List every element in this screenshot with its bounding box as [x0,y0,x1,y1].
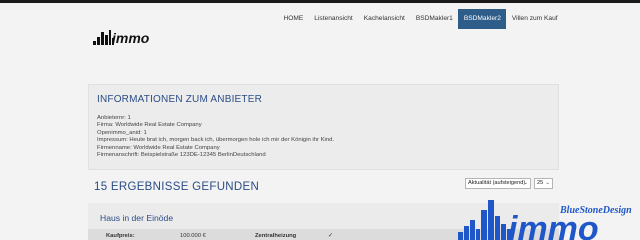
listing-title[interactable]: Haus in der Einöde [100,213,173,223]
results-heading: 15 ERGEBNISSE GEFUNDEN [94,181,260,193]
watermark-word: immo [508,210,599,240]
price-label: Kaufpreis: [106,233,135,239]
site-logo[interactable]: immo [93,26,155,48]
nav-bsdmakler2[interactable]: BSDMakler2 [458,9,507,29]
provider-firmenanschrift: Firmenanschrift: Beispielstraße 123DE-12… [97,152,266,159]
provider-firmenname: Firmenname: Worldwide Real Estate Compan… [97,144,220,151]
provider-info-lines: Anbieternr: 1 Firma: Worldwide Real Esta… [97,115,334,159]
provider-info-panel: INFORMATIONEN ZUM ANBIETER Anbieternr: 1… [88,84,559,170]
logo-text: immo [112,30,150,46]
per-page-value: 25 [537,180,544,186]
nav-listenansicht[interactable]: Listenansicht [309,9,359,29]
main-nav: HOME Listenansicht Kachelansicht BSDMakl… [278,9,563,29]
chevron-down-icon: ⌄ [523,180,528,186]
nav-home[interactable]: HOME [278,9,309,29]
provider-impressum: Impressum: Heute brat ich, morgen back i… [97,137,335,144]
bluestone-watermark: BlueStoneDesign immo [440,196,640,240]
nav-villen-zum-kauf[interactable]: Villen zum Kauf [506,9,563,29]
heating-check-icon: ✓ [328,233,333,239]
provider-anbieternr: Anbieternr: 1 [97,115,131,121]
sort-select-value: Aktualität (aufsteigend) [468,180,526,186]
top-bar [0,0,640,3]
heating-label: Zentralheizung [255,233,297,239]
logo-graphic: immo [93,30,150,46]
provider-firma: Firma: Worldwide Real Estate Company [97,122,202,129]
provider-info-title: INFORMATIONEN ZUM ANBIETER [97,94,263,105]
sort-select[interactable]: Aktualität (aufsteigend) ⌄ [465,178,531,189]
price-value: 100.000 € [180,233,206,239]
nav-kachelansicht[interactable]: Kachelansicht [358,9,410,29]
per-page-select[interactable]: 25 ⌄ [534,178,553,189]
nav-bsdmakler1[interactable]: BSDMakler1 [410,9,458,29]
provider-openimmo-anid: Openimmo_anid: 1 [97,129,147,136]
watermark-graphic: BlueStoneDesign immo [458,200,632,240]
chevron-down-icon: ⌄ [545,180,550,186]
